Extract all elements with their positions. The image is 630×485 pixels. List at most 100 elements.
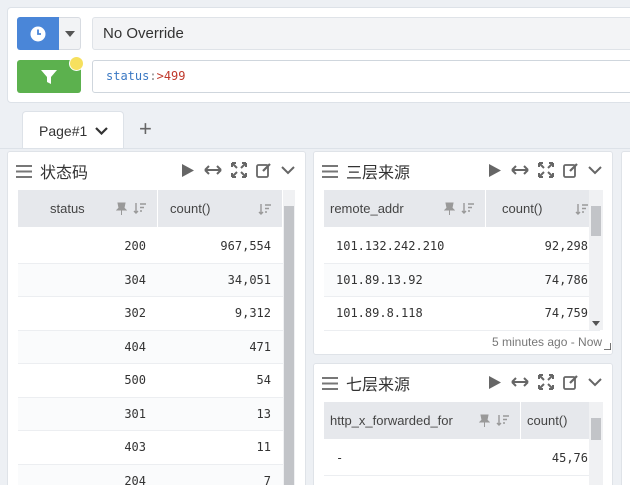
edit-icon[interactable] — [563, 162, 579, 178]
table-row[interactable]: 101.89.8.118 74,759 — [324, 297, 600, 331]
column-header-http-x-forwarded-for[interactable]: http_x_forwarded_for — [324, 402, 521, 439]
table-cell: 500 — [124, 373, 146, 388]
panel-title: 状态码 — [40, 165, 89, 182]
tab-divider — [0, 148, 630, 149]
table-cell: 101.89.13.92 — [336, 272, 423, 287]
chevron-down-icon[interactable] — [588, 377, 602, 387]
panel-toolbar — [181, 162, 295, 178]
table-cell: 7 — [263, 473, 271, 485]
resize-horizontal-icon[interactable] — [511, 164, 529, 176]
column-header-count[interactable]: count() — [486, 190, 600, 227]
table-cell: 9,312 — [234, 306, 271, 321]
pin-icon[interactable] — [116, 202, 127, 215]
play-icon[interactable] — [488, 375, 502, 390]
query-operator: : — [149, 69, 157, 83]
table-row[interactable]: -45,76 — [324, 442, 600, 476]
table-header: status count() — [18, 190, 283, 227]
menu-icon[interactable] — [16, 164, 32, 178]
scrollbar[interactable] — [283, 190, 295, 485]
panel-header: 三层来源 — [322, 160, 410, 182]
pin-icon[interactable] — [444, 202, 455, 215]
resize-horizontal-icon[interactable] — [204, 164, 222, 176]
pin-icon[interactable] — [479, 414, 490, 427]
time-override-field[interactable]: No Override — [92, 17, 630, 50]
column-label: count() — [502, 201, 543, 216]
scrollbar-thumb[interactable] — [591, 418, 601, 440]
panel-title: 三层来源 — [346, 165, 411, 182]
table-row[interactable]: 302 9,312 — [18, 297, 283, 331]
table-row[interactable]: 204 7 — [18, 464, 283, 485]
table-cell: 74,759 — [544, 306, 588, 321]
sort-icon[interactable] — [496, 414, 510, 426]
play-icon[interactable] — [181, 163, 195, 178]
menu-icon[interactable] — [322, 376, 338, 390]
play-icon[interactable] — [488, 163, 502, 178]
table-row[interactable]: 403 11 — [18, 431, 283, 465]
panel-header: 状态码 — [16, 160, 88, 182]
resize-handle-icon[interactable] — [604, 343, 611, 350]
add-tab-button[interactable]: + — [139, 118, 152, 140]
table-header: remote_addr count() — [324, 190, 600, 227]
table-cell: 13 — [256, 406, 271, 421]
tab-page1[interactable]: Page#1 — [22, 111, 124, 149]
table-body: 200 967,554 304 34,051 302 9,312 404 471 500 54 30… — [18, 230, 283, 485]
panel-status-code: 状态码 status count() 200 967,554 304 34,051 30… — [7, 151, 306, 485]
table-body: 101.132.242.210 92,298 101.89.13.92 74,786 1… — [324, 230, 600, 331]
scrollbar[interactable] — [589, 402, 603, 485]
expand-icon[interactable] — [538, 374, 554, 390]
resize-horizontal-icon[interactable] — [511, 376, 529, 388]
chevron-down-icon[interactable] — [588, 165, 602, 175]
expand-icon[interactable] — [231, 162, 247, 178]
query-value: >499 — [156, 69, 186, 83]
scroll-down-arrow-icon[interactable] — [592, 321, 600, 326]
column-header-remote-addr[interactable]: remote_addr — [324, 190, 486, 227]
column-label: http_x_forwarded_for — [330, 413, 453, 428]
tab-label: Page#1 — [39, 122, 88, 139]
table-cell: 34,051 — [227, 272, 271, 287]
table-row[interactable]: 404 471 — [18, 330, 283, 364]
caret-down-icon — [64, 30, 75, 37]
table-header: http_x_forwarded_for count() — [324, 402, 600, 439]
column-label: remote_addr — [330, 201, 404, 216]
sort-icon[interactable] — [133, 202, 147, 214]
panel-title: 七层来源 — [346, 377, 411, 394]
query-input[interactable]: status:>499 — [92, 60, 630, 93]
column-header-status[interactable]: status — [18, 190, 158, 227]
table-row[interactable]: 301 13 — [18, 397, 283, 431]
table-cell: 301 — [124, 406, 146, 421]
table-row[interactable]: 101.89.13.92 74,786 — [324, 263, 600, 297]
table-cell: - — [336, 451, 344, 466]
chevron-down-icon[interactable] — [95, 126, 109, 135]
table-cell: 204 — [124, 473, 146, 485]
table-row[interactable]: 200 967,554 — [18, 230, 283, 264]
table-cell: 54 — [256, 373, 271, 388]
sort-icon[interactable] — [575, 203, 589, 215]
chevron-down-icon[interactable] — [281, 165, 295, 175]
table-row[interactable]: 500 54 — [18, 364, 283, 398]
time-range-note: 5 minutes ago - Now — [492, 335, 603, 349]
filter-icon — [41, 69, 57, 84]
scrollbar-thumb[interactable] — [591, 206, 601, 236]
column-label: status — [50, 201, 85, 216]
scrollbar-thumb[interactable] — [284, 206, 294, 485]
table-cell: 404 — [124, 339, 146, 354]
sort-icon[interactable] — [461, 202, 475, 214]
table-cell: 101.132.242.210 — [336, 239, 445, 254]
menu-icon[interactable] — [322, 164, 338, 178]
table-row[interactable]: 101.132.242.210 92,298 — [324, 230, 600, 264]
column-label: count() — [170, 201, 211, 216]
edit-icon[interactable] — [256, 162, 272, 178]
clock-icon — [30, 26, 46, 41]
panel-header: 七层来源 — [322, 372, 410, 394]
scrollbar[interactable] — [589, 190, 603, 330]
table-row[interactable]: 304 34,051 — [18, 263, 283, 297]
filter-indicator-dot — [69, 56, 84, 71]
edit-icon[interactable] — [563, 374, 579, 390]
column-label: count() — [527, 413, 568, 428]
table-cell: 11 — [256, 440, 271, 455]
time-range-dropdown[interactable] — [59, 17, 81, 50]
expand-icon[interactable] — [538, 162, 554, 178]
sort-icon[interactable] — [258, 203, 272, 215]
column-header-count[interactable]: count() — [158, 190, 283, 227]
time-range-button[interactable] — [17, 17, 59, 50]
